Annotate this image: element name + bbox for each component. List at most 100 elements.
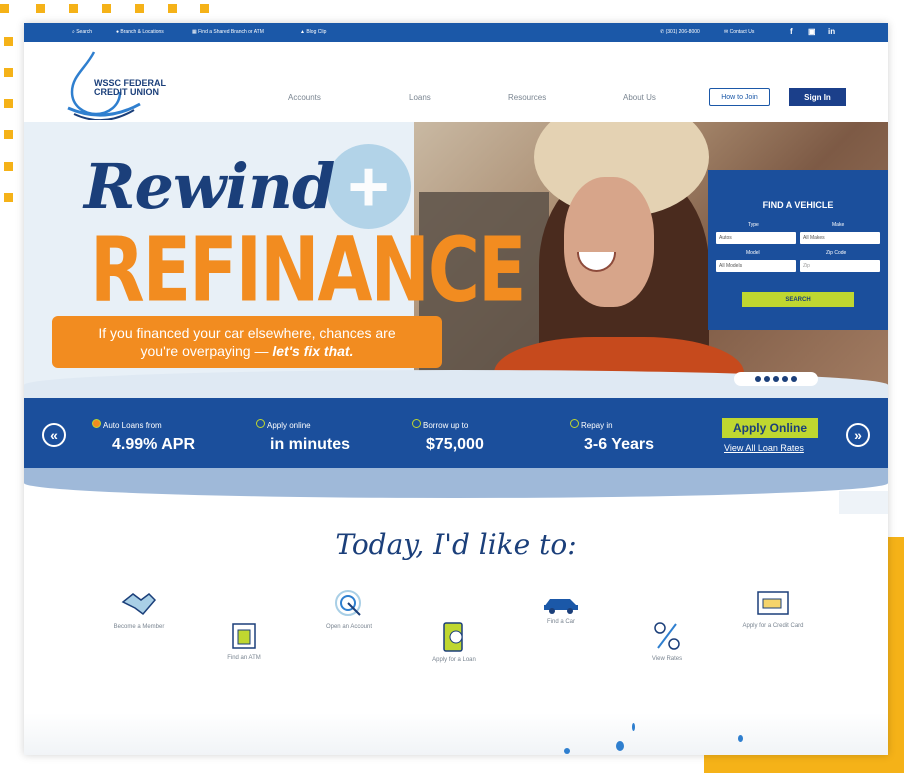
decorative-dot bbox=[36, 4, 45, 13]
atm-link[interactable]: ▦ Find a Shared Branch or ATM bbox=[192, 29, 264, 35]
phone-dollar-icon bbox=[443, 622, 463, 652]
action-apply-loan[interactable]: Apply for a Loan bbox=[409, 621, 499, 663]
hero-photo-face bbox=[564, 177, 654, 307]
hero-tagline-line-1: If you financed your car elsewhere, chan… bbox=[98, 325, 396, 341]
type-label: Type bbox=[748, 222, 759, 228]
model-select[interactable]: All Models bbox=[716, 260, 796, 272]
handshake-icon bbox=[121, 593, 157, 616]
decorative-dot bbox=[4, 68, 13, 77]
stat-label-repay-text: Repay in bbox=[581, 421, 613, 430]
action-apply-credit-card[interactable]: Apply for a Credit Card bbox=[728, 589, 818, 629]
make-select[interactable]: All Makes bbox=[800, 232, 880, 244]
carousel-dot[interactable] bbox=[791, 376, 797, 382]
action-label: Find an ATM bbox=[227, 655, 261, 661]
check-circle-icon bbox=[412, 419, 421, 428]
action-label: Apply for a Credit Card bbox=[742, 623, 804, 629]
hero-title-rewind: Rewind bbox=[84, 150, 335, 223]
make-label: Make bbox=[832, 222, 845, 228]
action-open-account[interactable]: Open an Account bbox=[304, 588, 394, 630]
nav-item-resources[interactable]: Resources bbox=[508, 93, 546, 102]
action-label: Become a Member bbox=[113, 624, 165, 630]
decorative-dot bbox=[200, 4, 209, 13]
logo-line-2: CREDIT UNION bbox=[94, 87, 159, 97]
search-link[interactable]: ⌕ Search bbox=[72, 29, 92, 35]
how-to-join-button[interactable]: How to Join bbox=[709, 88, 770, 106]
plus-icon: + bbox=[326, 144, 411, 229]
blog-link-label: Blog Clip bbox=[306, 29, 327, 35]
vehicle-finder: FIND A VEHICLE Type Make Autos All Makes… bbox=[708, 170, 888, 330]
check-circle-icon bbox=[256, 419, 265, 428]
action-view-rates[interactable]: View Rates bbox=[622, 620, 712, 662]
action-label: Open an Account bbox=[325, 624, 373, 630]
stat-label-apr: Auto Loans from bbox=[92, 419, 162, 430]
target-click-icon bbox=[335, 590, 361, 616]
zip-field[interactable]: Zip bbox=[800, 260, 880, 272]
decorative-dot bbox=[4, 193, 13, 202]
action-find-atm[interactable]: Find an ATM bbox=[199, 621, 289, 661]
stat-value-online: in minutes bbox=[270, 436, 351, 453]
hero-tagline-line-2: you're overpaying — bbox=[140, 343, 269, 359]
car-icon bbox=[544, 599, 578, 614]
carousel-next-button[interactable]: » bbox=[846, 423, 870, 447]
carousel-dot[interactable] bbox=[773, 376, 779, 382]
site-header: WSSC FEDERAL CREDIT UNION Accounts Loans… bbox=[24, 42, 888, 122]
footer-fade bbox=[24, 713, 888, 755]
decorative-dot bbox=[135, 4, 144, 13]
action-find-car[interactable]: Find a Car bbox=[516, 591, 606, 625]
carousel-prev-button[interactable]: « bbox=[42, 423, 66, 447]
stat-label-online-text: Apply online bbox=[267, 421, 311, 430]
decorative-dot bbox=[4, 130, 13, 139]
stat-value-apr: 4.99% APR bbox=[112, 436, 195, 453]
decorative-dot bbox=[168, 4, 177, 13]
stat-label-borrow: Borrow up to bbox=[412, 419, 468, 430]
decorative-dot bbox=[4, 99, 13, 108]
instagram-icon[interactable]: ▣ bbox=[808, 27, 816, 36]
decorative-splash bbox=[738, 735, 743, 742]
nav-item-about[interactable]: About Us bbox=[623, 93, 656, 102]
branch-link-label: Branch & Locations bbox=[120, 29, 164, 35]
action-label: Apply for a Loan bbox=[432, 657, 476, 663]
nav-item-loans[interactable]: Loans bbox=[409, 93, 431, 102]
stat-label-apr-text: Auto Loans from bbox=[103, 421, 162, 430]
branch-link[interactable]: ● Branch & Locations bbox=[116, 29, 164, 35]
website-page: ⌕ Search ● Branch & Locations ▦ Find a S… bbox=[24, 23, 888, 755]
zip-label: Zip Code bbox=[826, 250, 847, 256]
section-title: Today, I'd like to: bbox=[335, 528, 577, 561]
action-become-member[interactable]: Become a Member bbox=[94, 588, 184, 630]
decorative-splash bbox=[616, 741, 624, 751]
carousel-dot[interactable] bbox=[755, 376, 761, 382]
phone-link[interactable]: ✆ (301) 206-8000 bbox=[660, 29, 700, 35]
hero-title-refinance: REFINANCE bbox=[90, 218, 526, 322]
badge-icon bbox=[92, 419, 101, 428]
stat-label-repay: Repay in bbox=[570, 419, 613, 430]
contact-link[interactable]: ✉ Contact Us bbox=[724, 29, 754, 35]
action-label: Find a Car bbox=[546, 619, 575, 625]
action-label: View Rates bbox=[651, 656, 683, 662]
hero-banner[interactable]: + Rewind REFINANCE If you financed your … bbox=[24, 122, 888, 414]
view-loan-rates-link[interactable]: View All Loan Rates bbox=[724, 443, 804, 453]
phone-number: (301) 206-8000 bbox=[665, 29, 700, 35]
carousel-dot[interactable] bbox=[782, 376, 788, 382]
atm-icon bbox=[232, 623, 256, 649]
atm-link-label: Find a Shared Branch or ATM bbox=[198, 29, 264, 35]
type-select[interactable]: Autos bbox=[716, 232, 796, 244]
stat-label-borrow-text: Borrow up to bbox=[423, 421, 469, 430]
linkedin-icon[interactable]: in bbox=[828, 27, 835, 36]
vehicle-search-button[interactable]: SEARCH bbox=[742, 292, 854, 307]
sign-in-button[interactable]: Sign In bbox=[789, 88, 846, 106]
carousel-pagination[interactable] bbox=[734, 372, 818, 386]
apply-online-button[interactable]: Apply Online bbox=[722, 418, 818, 438]
carousel-dot[interactable] bbox=[764, 376, 770, 382]
logo-wordmark[interactable]: WSSC FEDERAL CREDIT UNION bbox=[94, 79, 166, 97]
decorative-dot bbox=[102, 4, 111, 13]
facebook-icon[interactable]: f bbox=[790, 27, 793, 36]
blog-link[interactable]: ▲ Blog Clip bbox=[300, 29, 326, 35]
hero-tagline: If you financed your car elsewhere, chan… bbox=[52, 316, 442, 368]
search-link-label: Search bbox=[76, 29, 93, 35]
percent-icon bbox=[654, 622, 680, 650]
decorative-dot bbox=[0, 4, 9, 13]
stat-value-repay: 3-6 Years bbox=[584, 436, 654, 453]
nav-item-accounts[interactable]: Accounts bbox=[288, 93, 321, 102]
decorative-dot bbox=[4, 162, 13, 171]
contact-link-label: Contact Us bbox=[729, 29, 755, 35]
